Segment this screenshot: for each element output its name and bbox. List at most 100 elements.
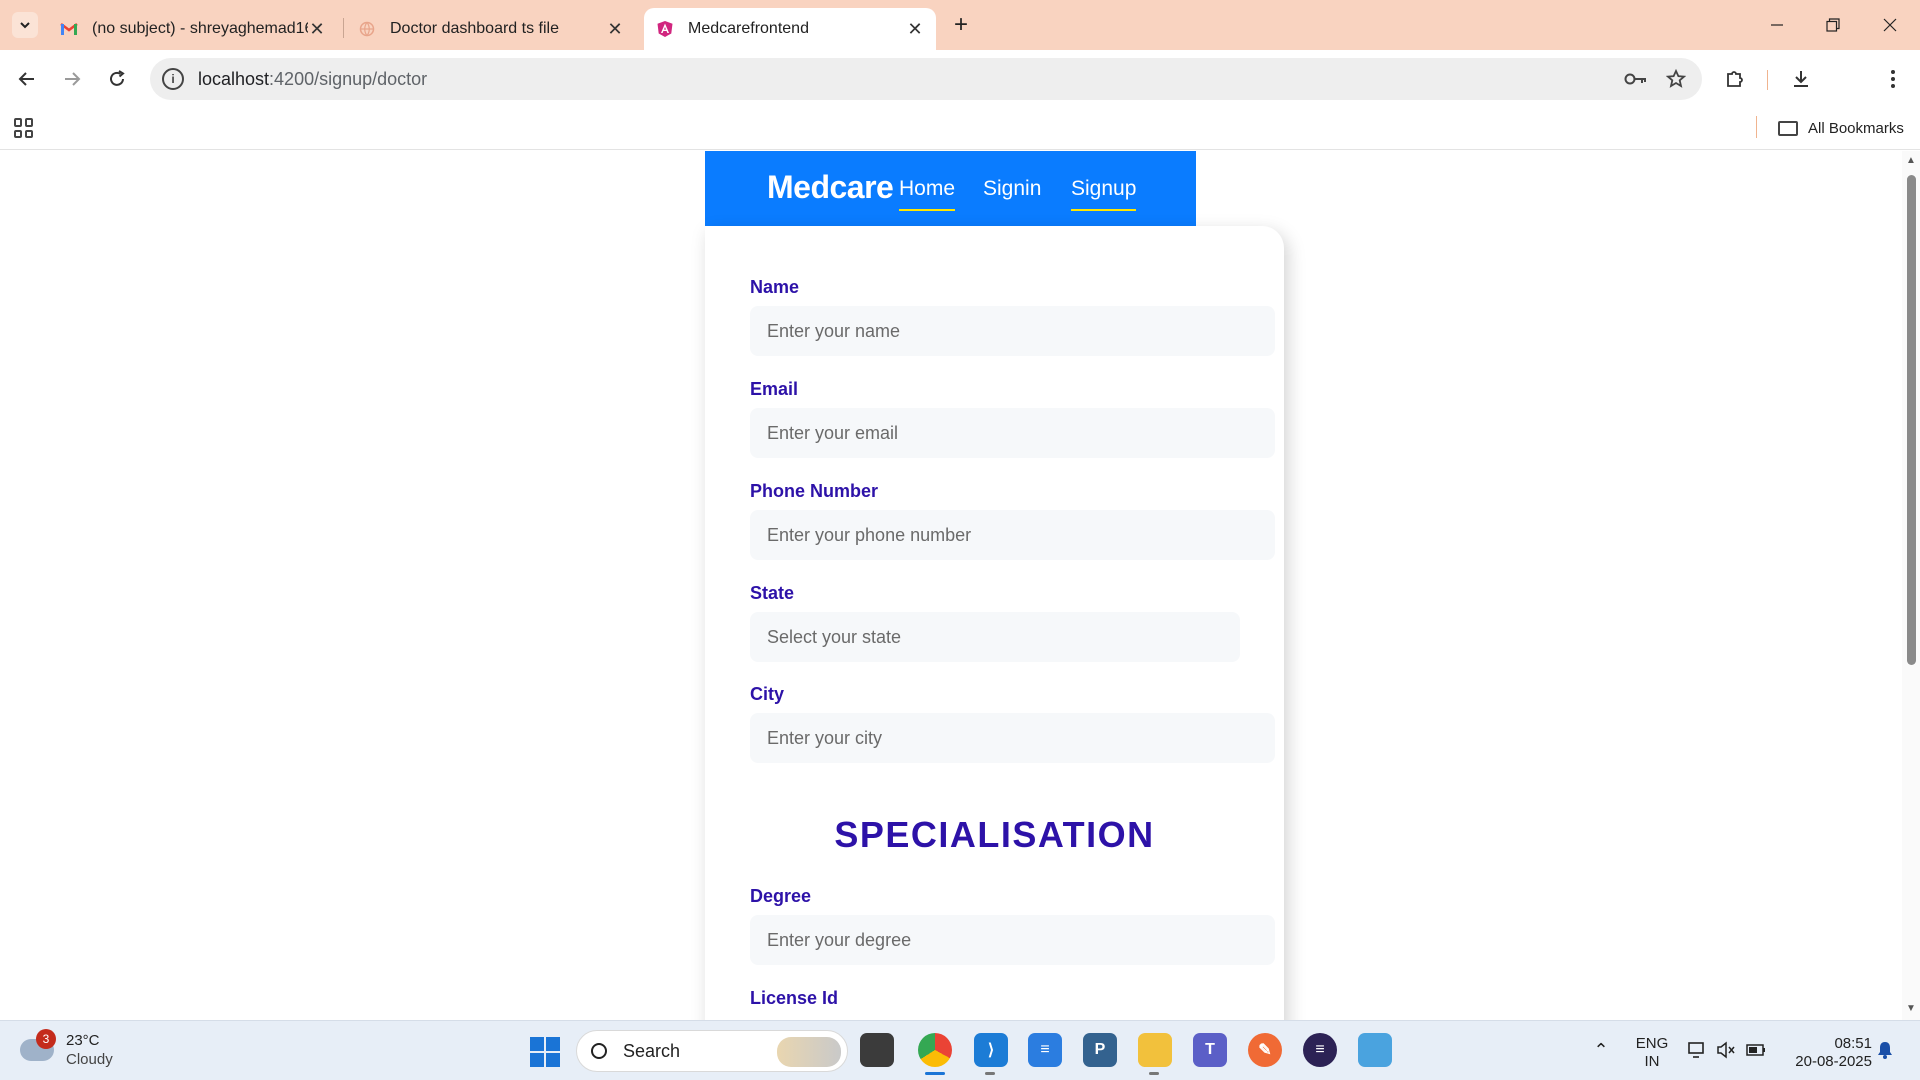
phone-label: Phone Number: [750, 481, 879, 501]
chrome-icon[interactable]: [918, 1033, 952, 1067]
tab-search-button[interactable]: [12, 12, 38, 38]
speaker-muted-icon[interactable]: [1715, 1039, 1737, 1061]
remote-desktop-icon[interactable]: [1358, 1033, 1392, 1067]
globe-icon: [358, 20, 376, 38]
brand-logo[interactable]: Medcare: [767, 169, 894, 206]
degree-label: Degree: [750, 886, 812, 906]
name-label: Name: [750, 277, 800, 297]
name-input[interactable]: [750, 306, 1275, 356]
weather-badge: 3: [36, 1029, 56, 1049]
app-indicator: [985, 1072, 995, 1075]
scroll-down-arrow-icon[interactable]: ▼: [1905, 1003, 1917, 1015]
email-label: Email: [750, 379, 799, 399]
reload-button[interactable]: [100, 62, 134, 96]
gmail-icon: [60, 20, 78, 38]
notepad-icon[interactable]: ≡: [1028, 1033, 1062, 1067]
puzzle-icon: [1727, 71, 1743, 87]
postman-icon[interactable]: ✎: [1248, 1033, 1282, 1067]
close-icon[interactable]: ✕: [606, 19, 624, 40]
all-bookmarks-label: All Bookmarks: [1808, 119, 1904, 137]
search-highlight-image: [777, 1037, 841, 1067]
tab-doctor-dashboard[interactable]: Doctor dashboard ts file ✕: [346, 8, 636, 50]
notification-bell-icon[interactable]: [1874, 1039, 1896, 1061]
email-input[interactable]: [750, 408, 1275, 458]
site-navbar: Medcare Home Signin Signup: [705, 151, 1196, 226]
taskbar-search-label: Search: [623, 1040, 681, 1061]
download-icon: [1794, 71, 1808, 87]
app-indicator: [1149, 1072, 1159, 1075]
chevron-down-icon: [20, 22, 30, 29]
browser-menu-button[interactable]: [1876, 62, 1910, 96]
more-vertical-icon: [1891, 70, 1895, 88]
weather-widget[interactable]: 3 23°C Cloudy: [20, 1029, 113, 1069]
forward-button[interactable]: [55, 62, 89, 96]
state-select[interactable]: Select your state: [750, 612, 1240, 662]
cloud-icon: 3: [20, 1029, 56, 1061]
degree-input[interactable]: [750, 915, 1275, 965]
search-icon: [591, 1043, 607, 1059]
all-bookmarks-button[interactable]: All Bookmarks: [1778, 116, 1904, 140]
scrollbar-thumb[interactable]: [1907, 175, 1916, 665]
tab-gmail[interactable]: (no subject) - shreyaghemad16 ✕: [48, 8, 338, 50]
new-tab-button[interactable]: +: [948, 12, 974, 38]
eclipse-icon[interactable]: ≡: [1303, 1033, 1337, 1067]
clock-time: 08:51: [1834, 1035, 1872, 1052]
vscode-icon[interactable]: ⟩: [974, 1033, 1008, 1067]
close-icon[interactable]: ✕: [308, 19, 326, 40]
file-explorer-icon[interactable]: [1138, 1033, 1172, 1067]
folder-icon: [1778, 120, 1798, 136]
nav-home-link[interactable]: Home: [899, 177, 956, 211]
url-text[interactable]: localhost:4200/signup/doctor: [198, 69, 1622, 90]
downloads-button[interactable]: [1784, 62, 1818, 96]
scroll-up-arrow-icon[interactable]: ▲: [1905, 155, 1917, 167]
bookmark-star-icon[interactable]: [1662, 65, 1690, 93]
close-icon[interactable]: ✕: [906, 19, 924, 40]
teams-icon[interactable]: T: [1193, 1033, 1227, 1067]
windows-start-icon[interactable]: [530, 1037, 560, 1067]
page-viewport: Medcare Home Signin Signup Name Email Ph…: [0, 151, 1920, 1020]
clock[interactable]: 08:51 20-08-2025: [1782, 1035, 1872, 1071]
browser-toolbar: i localhost:4200/signup/doctor: [0, 50, 1920, 141]
language-indicator[interactable]: ENG IN: [1632, 1035, 1672, 1071]
minimize-button[interactable]: [1753, 8, 1801, 42]
city-input[interactable]: [750, 713, 1275, 763]
site-info-icon[interactable]: i: [162, 68, 184, 90]
apps-grid-icon[interactable]: [14, 118, 34, 138]
tab-divider: [343, 18, 344, 38]
task-view-icon[interactable]: [860, 1033, 894, 1067]
minimize-icon: [1771, 24, 1783, 26]
bookmarks-divider: [1756, 116, 1757, 138]
back-button[interactable]: [10, 62, 44, 96]
password-key-icon[interactable]: [1622, 65, 1650, 93]
address-bar[interactable]: i localhost:4200/signup/doctor: [150, 58, 1702, 100]
toolbar-divider: [1767, 70, 1768, 90]
nav-signin-link[interactable]: Signin: [983, 177, 1041, 201]
restore-icon: [1826, 18, 1840, 32]
tab-title: Doctor dashboard ts file: [390, 20, 559, 37]
close-window-button[interactable]: [1866, 8, 1914, 42]
weather-desc: Cloudy: [66, 1051, 113, 1068]
battery-icon[interactable]: [1745, 1039, 1767, 1061]
bookmarks-bar: All Bookmarks: [0, 108, 1920, 150]
taskbar-search[interactable]: Search: [576, 1030, 848, 1072]
active-app-indicator: [925, 1072, 945, 1075]
reload-icon: [110, 70, 125, 86]
postgresql-icon[interactable]: P: [1083, 1033, 1117, 1067]
specialisation-heading: SPECIALISATION: [834, 814, 1155, 855]
restore-button[interactable]: [1809, 8, 1857, 42]
state-select-placeholder: Select your state: [767, 626, 902, 647]
tab-title: (no subject) - shreyaghemad16: [92, 20, 308, 37]
tab-title: Medcarefrontend: [688, 20, 809, 37]
weather-temp: 23°C: [66, 1032, 100, 1049]
license-label: License Id: [750, 988, 839, 1008]
network-icon[interactable]: [1686, 1039, 1708, 1061]
tab-medcarefrontend[interactable]: Medcarefrontend ✕: [644, 8, 936, 50]
nav-signup-link[interactable]: Signup: [1071, 177, 1137, 211]
arrow-right-icon: [65, 72, 81, 86]
extensions-button[interactable]: [1718, 62, 1752, 96]
language-code: ENG: [1635, 1035, 1669, 1052]
page-scrollbar[interactable]: ▲ ▼: [1902, 151, 1920, 1020]
arrow-left-icon: [18, 72, 34, 86]
phone-input[interactable]: [750, 510, 1275, 560]
chevron-up-icon[interactable]: ⌃: [1590, 1039, 1612, 1061]
